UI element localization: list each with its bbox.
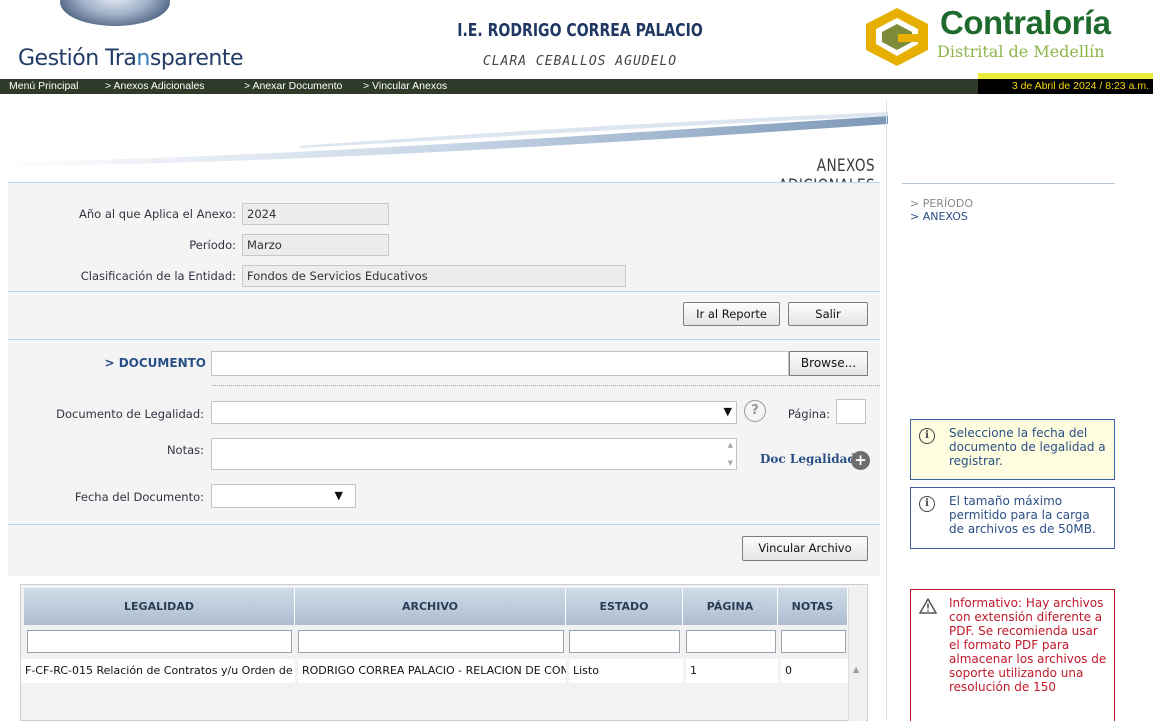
column-header-legalidad[interactable]: LEGALIDAD: [24, 588, 295, 625]
side-nav-anexos[interactable]: > ANEXOS: [910, 210, 968, 223]
periodo-label: Período:: [189, 238, 236, 252]
info-icon: i: [919, 428, 935, 444]
scroll-up-icon: ▲: [727, 441, 733, 449]
breadcrumb-menu-principal[interactable]: Menú Principal: [9, 79, 78, 94]
fecha-select[interactable]: ▼: [211, 484, 356, 508]
content-divider: [886, 100, 887, 721]
help-icon[interactable]: ?: [744, 400, 766, 422]
column-header-archivo[interactable]: ARCHIVO: [295, 588, 566, 625]
table-cell-notas: 0: [781, 659, 848, 683]
contraloria-logo-icon: [866, 8, 928, 66]
breadcrumb-vincular-anexos[interactable]: > Vincular Anexos: [363, 79, 447, 94]
filter-notas-input[interactable]: [781, 630, 846, 653]
file-path-input[interactable]: [211, 351, 789, 376]
user-name: CLARA CEBALLOS AGUDELO: [482, 54, 678, 69]
warning-icon: [919, 598, 937, 614]
chevron-down-icon: ▼: [723, 405, 732, 418]
divider: [8, 182, 880, 183]
filter-estado-input[interactable]: [569, 630, 680, 653]
contraloria-subtitle: Distrital de Medellín: [937, 42, 1105, 61]
salir-button[interactable]: Salir: [788, 302, 868, 326]
brand-name: Gestión Transparente: [18, 46, 243, 71]
side-divider: [902, 183, 1115, 184]
warning-note-pdf: Informativo: Hay archivos con extensión …: [910, 589, 1115, 721]
add-icon[interactable]: +: [851, 451, 870, 470]
institution-name: I.E. RODRIGO CORREA PALACIO: [457, 20, 703, 41]
dotted-divider: [212, 385, 880, 386]
current-date: 3 de Abril de 2024 / 8:23 a.m.: [978, 73, 1153, 94]
filter-pagina-input[interactable]: [686, 630, 776, 653]
column-header-pagina[interactable]: PÁGINA: [683, 588, 778, 625]
scroll-down-icon: ▼: [727, 459, 733, 467]
table-cell-pagina: 1: [686, 659, 778, 683]
vincular-archivo-button[interactable]: Vincular Archivo: [742, 536, 868, 561]
gestion-transparente-logo: [60, 0, 170, 26]
clasificacion-field: Fondos de Servicios Educativos: [242, 265, 626, 287]
table-cell-estado: Listo: [569, 659, 683, 683]
periodo-field: Marzo: [242, 234, 389, 256]
chevron-down-icon: ▼: [334, 489, 343, 502]
note-text: El tamaño máximo permitido para la carga…: [949, 494, 1096, 536]
info-note-tamano: i El tamaño máximo permitido para la car…: [910, 487, 1115, 549]
note-text: Informativo: Hay archivos con extensión …: [949, 596, 1107, 694]
info-note-fecha: i Seleccione la fecha del documento de l…: [910, 419, 1115, 480]
breadcrumb-anexar-documento[interactable]: > Anexar Documento: [244, 79, 342, 94]
doc-legalidad-select[interactable]: ▼: [211, 401, 737, 424]
contraloria-title: Contraloría: [940, 4, 1111, 41]
ir-al-reporte-button[interactable]: Ir al Reporte: [683, 302, 780, 326]
anio-label: Año al que Aplica el Anexo:: [79, 207, 236, 221]
browse-button[interactable]: Browse...: [789, 351, 868, 376]
scroll-up-icon[interactable]: ▲: [853, 665, 859, 674]
pagina-label: Página:: [787, 407, 830, 421]
divider: [8, 291, 880, 292]
column-header-estado[interactable]: ESTADO: [566, 588, 683, 625]
clasificacion-label: Clasificación de la Entidad:: [80, 269, 236, 283]
notas-label: Notas:: [166, 443, 204, 457]
info-icon: i: [919, 496, 935, 512]
anio-field: 2024: [242, 203, 389, 225]
filter-archivo-input[interactable]: [298, 630, 564, 653]
column-header-notas[interactable]: NOTAS: [778, 588, 848, 625]
doc-legalidad-link[interactable]: Doc Legalidad: [760, 452, 856, 466]
note-text: Seleccione la fecha del documento de leg…: [949, 426, 1106, 468]
filter-legalidad-input[interactable]: [27, 630, 292, 653]
documento-label: > DOCUMENTO: [104, 356, 206, 370]
breadcrumb-anexos-adicionales[interactable]: > Anexos Adicionales: [105, 79, 205, 94]
notas-textarea[interactable]: ▲ ▼: [211, 438, 737, 470]
pagina-input[interactable]: [836, 399, 866, 424]
fecha-label: Fecha del Documento:: [74, 490, 204, 504]
grid-scrollbar[interactable]: ▲: [848, 588, 866, 721]
table-cell-archivo[interactable]: RODRIGO CORREA PALACIO - RELACION DE CON…: [298, 659, 566, 683]
side-nav-periodo[interactable]: > PERÍODO: [910, 197, 973, 210]
divider: [8, 339, 880, 340]
table-cell-legalidad[interactable]: F-CF-RC-015 Relación de Contratos y/u Or…: [21, 659, 295, 683]
doc-legalidad-label: Documento de Legalidad:: [56, 407, 204, 421]
divider: [8, 524, 880, 525]
